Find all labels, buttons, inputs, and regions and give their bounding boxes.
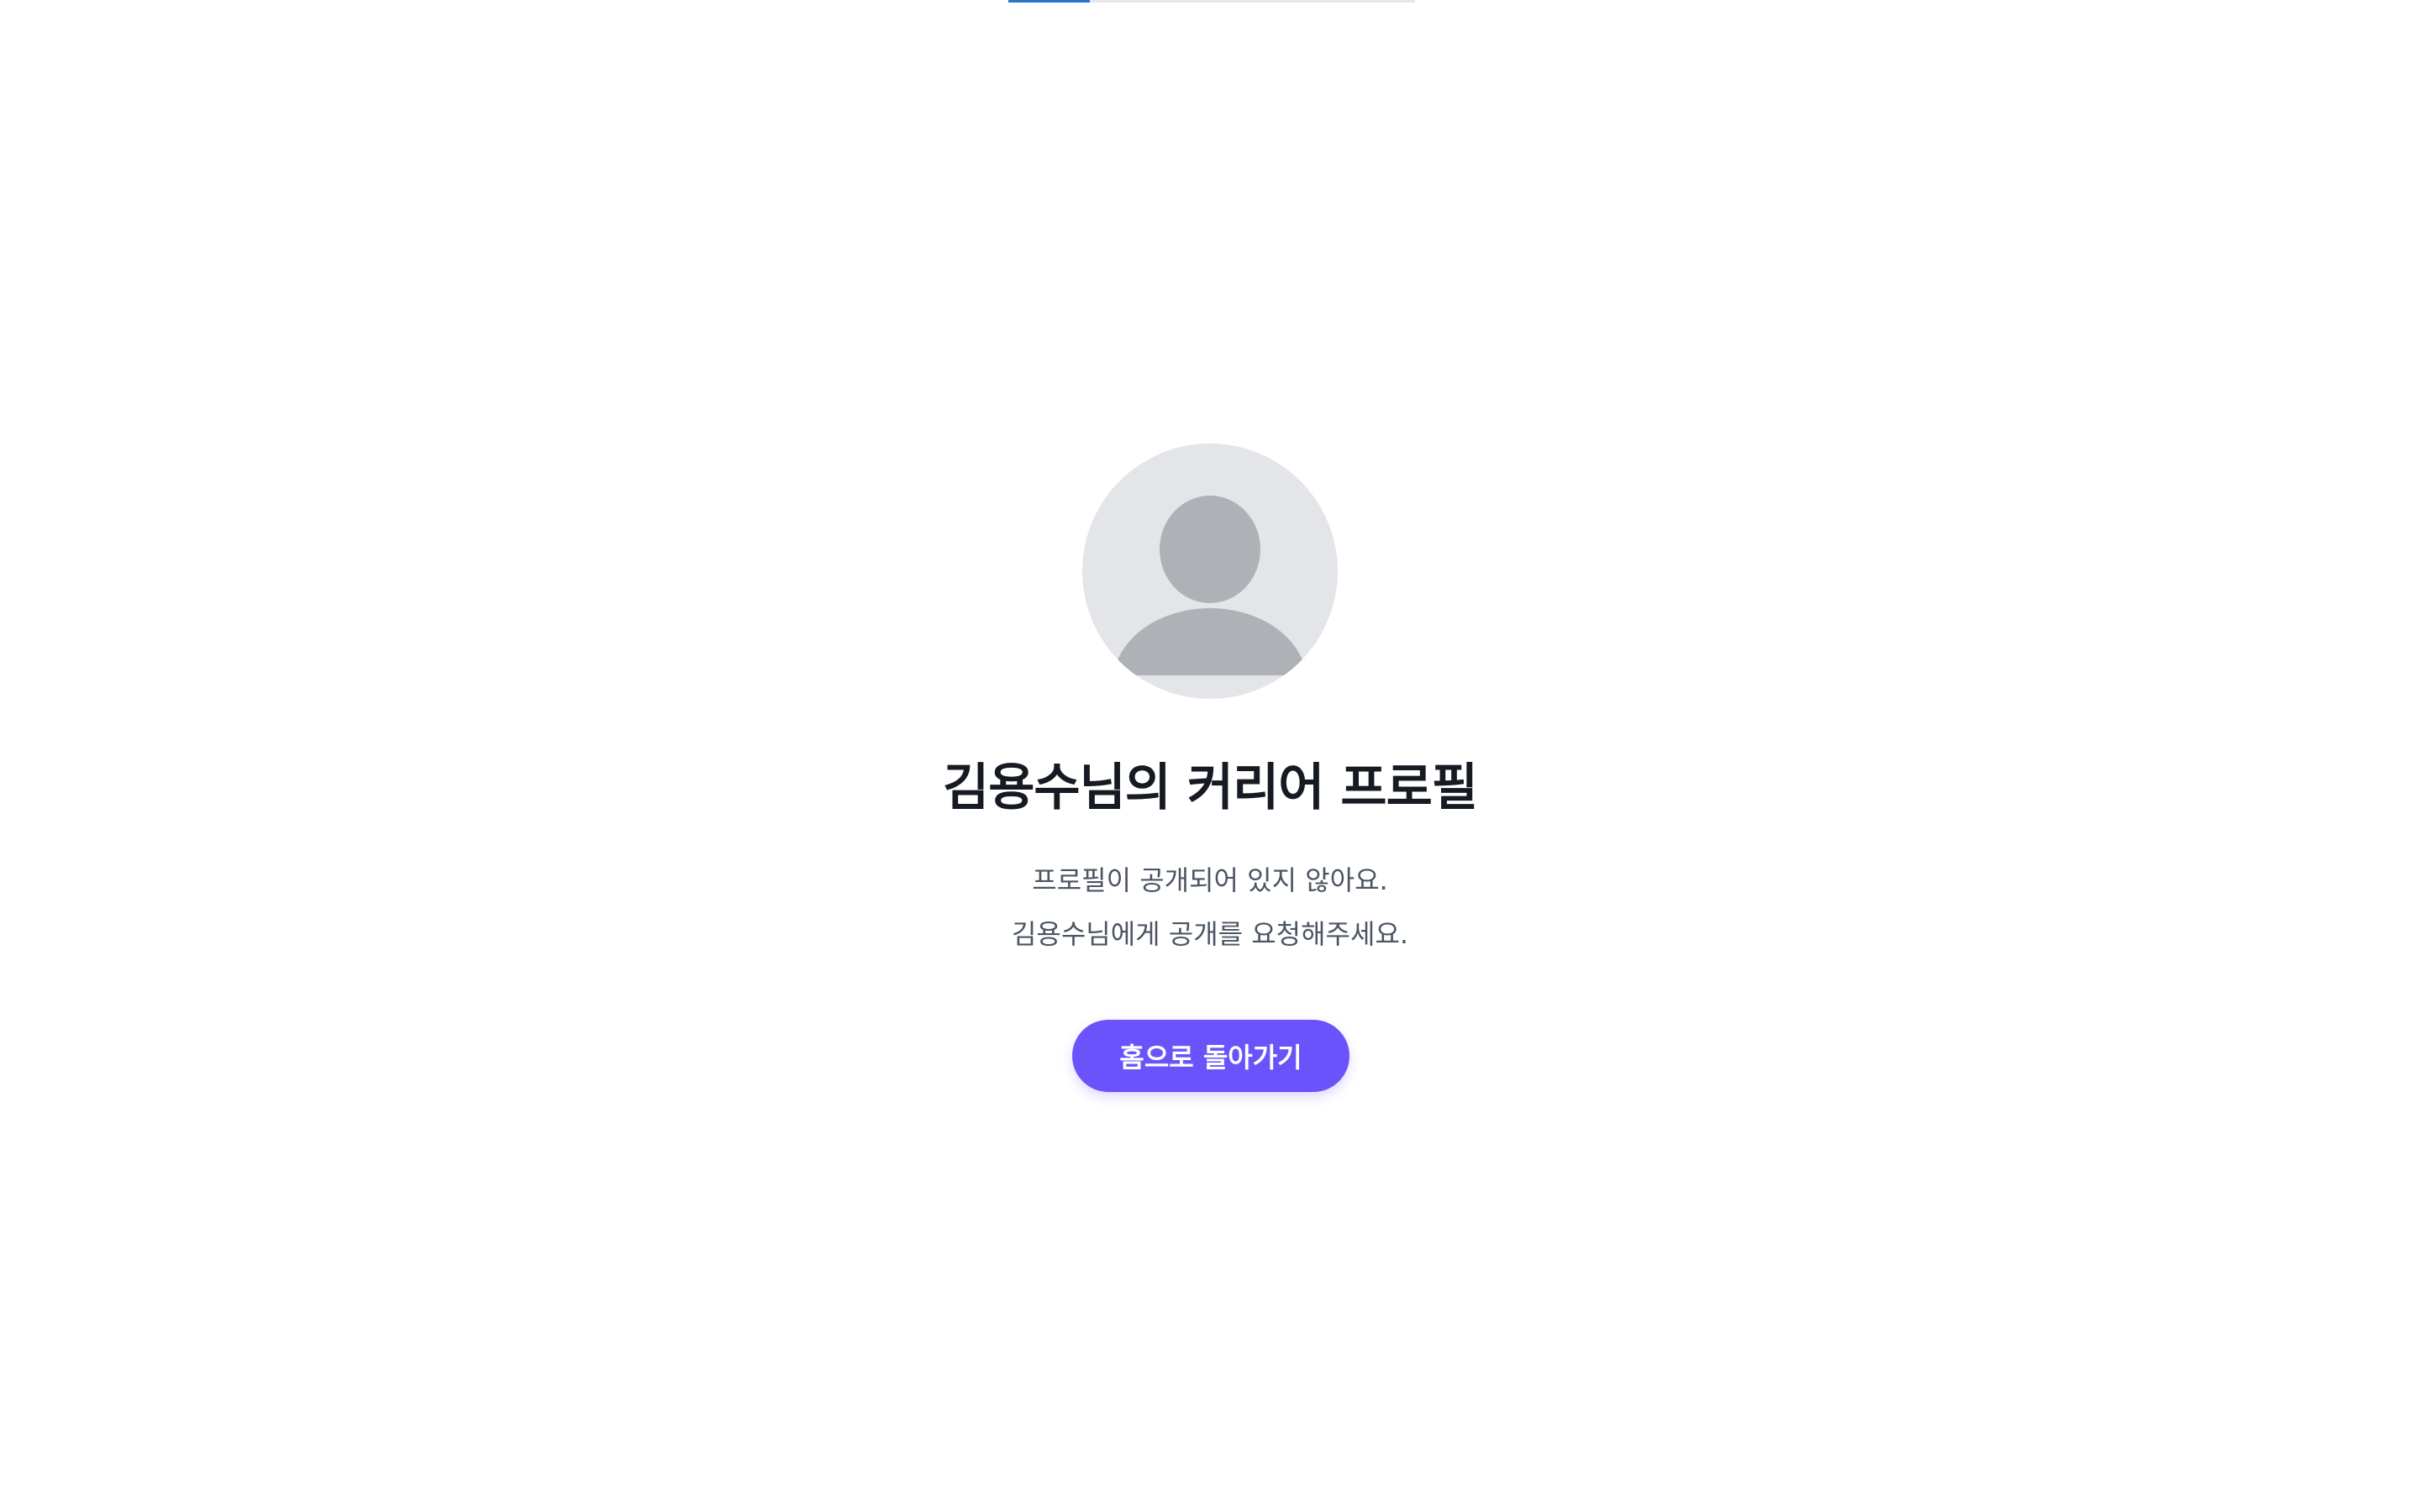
private-profile-notice: 김용수님의 커리어 프로필 프로필이 공개되어 있지 않아요. 김용수님에게 공… [0,0,2420,1512]
home-button[interactable]: 홈으로 돌아가기 [1072,1020,1349,1092]
page-title: 김용수님의 커리어 프로필 [943,759,1478,817]
home-button-label: 홈으로 돌아가기 [1119,1042,1302,1074]
request-access-message: 김용수님에게 공개를 요청해주세요. [1011,918,1409,950]
avatar [1082,444,1338,699]
private-profile-message: 프로필이 공개되어 있지 않아요. [1032,864,1388,896]
default-user-icon [1113,496,1307,675]
